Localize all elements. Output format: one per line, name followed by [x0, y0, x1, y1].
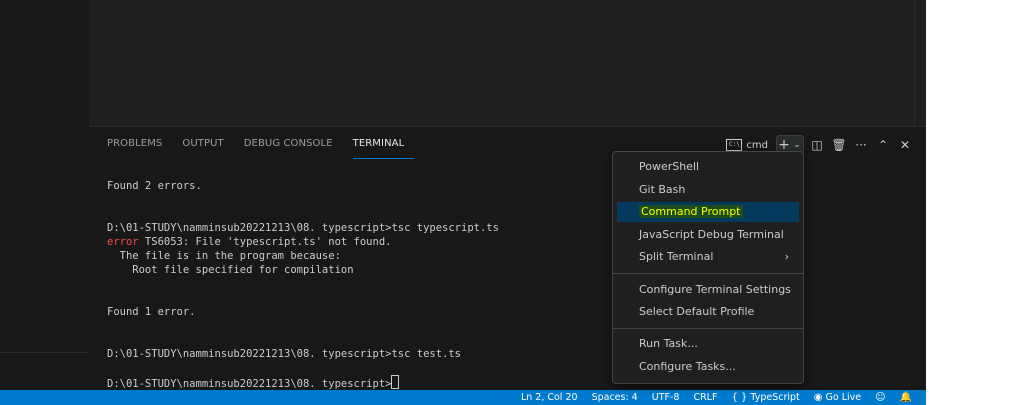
error-keyword: error	[107, 236, 139, 248]
terminal-line: D:\01-STUDY\namminsub20221213\08. typesc…	[107, 347, 499, 361]
close-panel-icon[interactable]: ✕	[896, 136, 914, 154]
menu-item-label: Split Terminal	[639, 250, 714, 263]
bell-icon[interactable]: 🔔	[900, 392, 912, 403]
menu-item-label: Configure Terminal Settings	[639, 283, 791, 296]
terminal-line: error TS6053: File 'typescript.ts' not f…	[107, 235, 499, 249]
terminal-line-text: D:\01-STUDY\namminsub20221213\08. typesc…	[107, 222, 499, 234]
indentation[interactable]: Spaces: 4	[592, 392, 638, 403]
sidebar	[0, 0, 89, 390]
menu-item-label: Command Prompt	[639, 205, 743, 218]
go-live-button[interactable]: ◉ Go Live	[814, 392, 861, 403]
terminal-name: cmd	[746, 139, 768, 151]
feedback-icon[interactable]: ☺	[875, 392, 885, 403]
terminal-line: Root file specified for compilation	[107, 263, 499, 277]
editor-area[interactable]	[89, 0, 926, 126]
terminal-line-text: Found 2 errors.	[107, 180, 202, 192]
menu-separator	[613, 328, 803, 329]
tab-problems[interactable]: PROBLEMS	[107, 136, 172, 158]
maximize-panel-icon[interactable]: ⌃	[874, 136, 892, 154]
menu-separator	[613, 273, 803, 274]
cursor-position[interactable]: Ln 2, Col 20	[521, 392, 578, 403]
language-label: TypeScript	[750, 392, 800, 403]
split-terminal-icon[interactable]: ◫	[808, 136, 826, 154]
sidebar-divider	[0, 352, 89, 353]
terminal-line-text: The file is in the program because:	[107, 250, 341, 262]
terminal-line-text: Found 1 error.	[107, 306, 196, 318]
encoding[interactable]: UTF-8	[652, 392, 680, 403]
terminal-icon: C:\	[726, 139, 743, 151]
menu-item-configure-terminal-settings[interactable]: Configure Terminal Settings	[617, 280, 799, 300]
menu-item-label: JavaScript Debug Terminal	[639, 228, 784, 241]
menu-item-label: PowerShell	[639, 160, 700, 173]
terminal-line: D:\01-STUDY\namminsub20221213\08. typesc…	[107, 221, 499, 235]
terminal-line: Found 1 error.	[107, 305, 499, 319]
menu-item-configure-tasks[interactable]: Configure Tasks...	[617, 357, 799, 377]
trash-icon[interactable]: 🗑	[830, 136, 848, 154]
language-mode[interactable]: { } TypeScript	[731, 392, 799, 403]
menu-item-split-terminal[interactable]: Split Terminal ›	[617, 247, 799, 267]
go-live-label: Go Live	[825, 392, 862, 403]
status-items: Ln 2, Col 20 Spaces: 4 UTF-8 CRLF { } Ty…	[521, 390, 912, 405]
menu-item-javascript-debug-terminal[interactable]: JavaScript Debug Terminal	[617, 225, 799, 245]
status-bar: Ln 2, Col 20 Spaces: 4 UTF-8 CRLF { } Ty…	[0, 390, 926, 405]
chevron-right-icon: ›	[784, 250, 789, 263]
menu-item-label: Configure Tasks...	[639, 360, 736, 373]
terminal-output[interactable]: Found 2 errors. D:\01-STUDY\namminsub2022…	[107, 179, 499, 390]
end-of-line[interactable]: CRLF	[693, 392, 717, 403]
menu-item-run-task[interactable]: Run Task...	[617, 334, 799, 354]
menu-item-select-default-profile[interactable]: Select Default Profile	[617, 302, 799, 322]
terminal-line: Found 2 errors.	[107, 179, 499, 193]
tab-terminal[interactable]: TERMINAL	[352, 136, 415, 159]
tab-debug-console[interactable]: DEBUG CONSOLE	[244, 136, 343, 158]
terminal-line-text: D:\01-STUDY\namminsub20221213\08. typesc…	[107, 348, 462, 360]
terminal-line: The file is in the program because:	[107, 249, 499, 263]
terminal-line-text: Root file specified for compilation	[107, 264, 354, 276]
braces-icon: { }	[731, 392, 748, 403]
error-message: TS6053: File 'typescript.ts' not found.	[138, 236, 392, 248]
menu-item-command-prompt[interactable]: Command Prompt	[617, 202, 799, 222]
terminal-cursor	[391, 375, 400, 389]
editor-scrollbar[interactable]	[914, 0, 915, 126]
terminal-profile-menu: PowerShell Git Bash Command Prompt JavaS…	[612, 151, 804, 384]
broadcast-icon: ◉	[813, 392, 823, 403]
terminal-line: D:\01-STUDY\namminsub20221213\08. typesc…	[107, 375, 499, 390]
menu-item-label: Run Task...	[639, 337, 698, 350]
tab-output[interactable]: OUTPUT	[182, 136, 233, 158]
terminal-line-text: D:\01-STUDY\namminsub20221213\08. typesc…	[107, 378, 392, 390]
more-actions-icon[interactable]: ···	[852, 136, 870, 154]
menu-item-label: Git Bash	[639, 183, 686, 196]
menu-item-git-bash[interactable]: Git Bash	[617, 180, 799, 200]
menu-item-powershell[interactable]: PowerShell	[617, 157, 799, 177]
menu-item-label: Select Default Profile	[639, 305, 755, 318]
panel-tabs: PROBLEMS OUTPUT DEBUG CONSOLE TERMINAL	[107, 136, 424, 159]
